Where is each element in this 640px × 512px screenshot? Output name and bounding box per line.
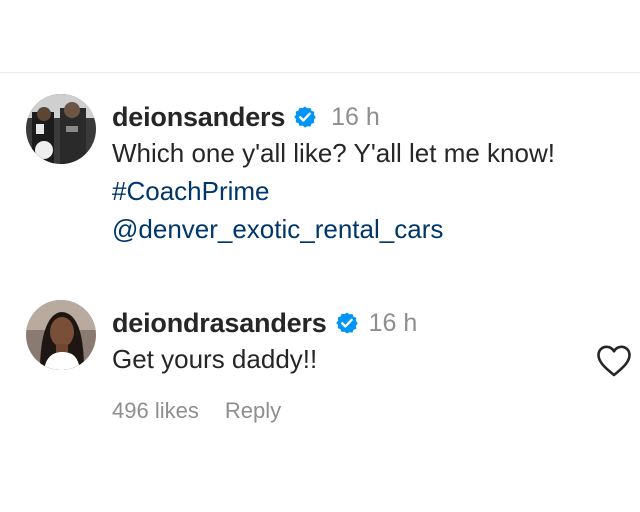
comment-text: Get yours daddy!! <box>112 344 318 374</box>
divider <box>0 72 640 73</box>
comment-header: deiondrasanders 16 h <box>112 306 620 340</box>
reply-button[interactable]: Reply <box>225 398 281 424</box>
comment-timestamp: 16 h <box>368 308 418 337</box>
comment-header: deionsanders 16 h <box>112 100 620 134</box>
username-link[interactable]: deionsanders <box>112 102 285 133</box>
comment-text: Which one y'all like? Y'all let me know! <box>112 138 555 168</box>
heart-outline-icon[interactable] <box>596 344 632 378</box>
comment-body: deiondrasanders 16 h Get yours daddy!! <box>112 306 620 378</box>
avatar[interactable] <box>26 300 96 370</box>
comment-timestamp: 16 h <box>331 102 380 131</box>
hashtag-link[interactable]: #CoachPrime <box>112 172 620 210</box>
avatar[interactable] <box>26 94 96 164</box>
username-link[interactable]: deiondrasanders <box>112 308 327 339</box>
comments-panel: deionsanders 16 h Which one y'all like? … <box>0 0 640 512</box>
mention-link[interactable]: @denver_exotic_rental_cars <box>112 210 620 248</box>
comment-meta: 496 likes Reply <box>112 398 281 424</box>
verified-badge-icon <box>293 105 317 129</box>
comment-body: deionsanders 16 h Which one y'all like? … <box>112 100 620 248</box>
verified-badge-icon <box>335 311 359 335</box>
likes-count[interactable]: 496 likes <box>112 398 199 424</box>
